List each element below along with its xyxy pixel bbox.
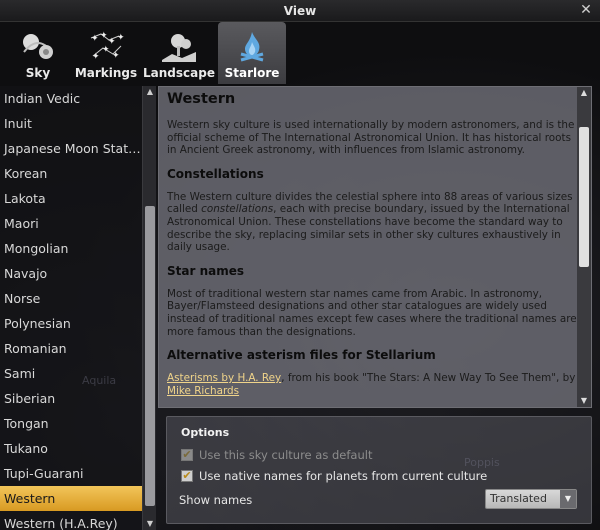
list-item[interactable]: Maori (0, 211, 142, 236)
use-default-checkbox[interactable]: ✔ (181, 449, 193, 461)
list-scroll-up-icon[interactable]: ▲ (143, 86, 157, 98)
starnames-heading: Star names (167, 263, 244, 278)
svg-text:✦: ✦ (100, 31, 108, 41)
list-item[interactable]: Tukano (0, 436, 142, 461)
asterism-heading: Alternative asterism files for Stellariu… (167, 348, 436, 363)
desc-scroll-thumb[interactable] (579, 127, 589, 267)
desc-scroll-up-icon[interactable]: ▲ (577, 87, 591, 99)
list-item[interactable]: Western (H.A.Rey) (0, 511, 142, 530)
list-item[interactable]: Western (0, 486, 142, 511)
constellations-text: The Western culture divides the celestia… (167, 190, 573, 254)
tab-sky-label: Sky (25, 66, 51, 80)
list-item[interactable]: Indian Vedic (0, 86, 142, 111)
sky-culture-list-items: Indian Vedic Inuit Japanese Moon Stati… Kor… (0, 86, 142, 530)
svg-text:✦: ✦ (92, 52, 100, 62)
list-item[interactable]: Japanese Moon Stati… (0, 136, 142, 161)
list-item[interactable]: Navajo (0, 261, 142, 286)
list-item[interactable]: Tupi-Guarani (0, 461, 142, 486)
sky-culture-list[interactable]: Indian Vedic Inuit Japanese Moon Stati… Kor… (0, 86, 156, 530)
list-scroll-thumb[interactable] (145, 206, 155, 506)
markings-icon: ✦ ✦ ✦ ✦ ✦ ✦ ✦ (90, 31, 125, 62)
show-names-label: Show names (179, 493, 253, 507)
sky-culture-description: Western Western sky culture is used inte… (158, 86, 592, 408)
list-item[interactable]: Sami (0, 361, 142, 386)
use-default-label: Use this sky culture as default (199, 448, 373, 462)
description-intro: Western sky culture is used internationa… (167, 119, 575, 157)
asterism-text: Asterisms by H.A. Rey, from his book "Th… (167, 372, 576, 397)
svg-text:✦: ✦ (117, 33, 125, 43)
tab-bar: Sky ✦ ✦ ✦ ✦ ✦ ✦ ✦ Markings Landscape Sta… (0, 22, 600, 86)
asterisms-rey-link[interactable]: Asterisms by H.A. Rey (167, 372, 281, 384)
list-item[interactable]: Polynesian (0, 311, 142, 336)
close-icon[interactable]: ✕ (578, 2, 594, 18)
list-item[interactable]: Korean (0, 161, 142, 186)
list-item[interactable]: Romanian (0, 336, 142, 361)
tab-sky[interactable]: Sky (4, 22, 72, 84)
list-item[interactable]: Inuit (0, 111, 142, 136)
list-item[interactable]: Lakota (0, 186, 142, 211)
starnames-text: Most of traditional western star names c… (167, 287, 577, 338)
native-names-label: Use native names for planets from curren… (199, 469, 488, 483)
list-item[interactable]: Mongolian (0, 236, 142, 261)
list-item[interactable]: Tongan (0, 411, 142, 436)
description-title: Western (167, 91, 236, 107)
list-item[interactable]: Siberian (0, 386, 142, 411)
window-title: View (283, 4, 317, 18)
svg-text:✦: ✦ (112, 51, 120, 61)
starlore-icon (240, 32, 264, 62)
tab-landscape-label: Landscape (143, 66, 215, 80)
tab-markings-label: Markings (74, 66, 138, 80)
sky-icon (23, 34, 53, 59)
constellations-heading: Constellations (167, 166, 264, 181)
list-item[interactable]: Norse (0, 286, 142, 311)
tab-markings[interactable]: ✦ ✦ ✦ ✦ ✦ ✦ ✦ Markings (72, 22, 140, 84)
native-names-option[interactable]: ✔ Use native names for planets from curr… (181, 469, 487, 483)
options-group: Options ✔ Use this sky culture as defaul… (166, 416, 592, 524)
tab-starlore[interactable]: Starlore (218, 22, 286, 84)
options-title: Options (181, 426, 230, 439)
landscape-icon (162, 34, 196, 62)
list-scroll-down-icon[interactable]: ▼ (143, 518, 157, 530)
svg-text:✦: ✦ (91, 34, 99, 44)
starlore-panel: Indian Vedic Inuit Japanese Moon Stati… Kor… (0, 86, 600, 530)
use-default-option[interactable]: ✔ Use this sky culture as default (181, 448, 372, 462)
desc-scroll-down-icon[interactable]: ▼ (577, 395, 591, 407)
tab-landscape[interactable]: Landscape (140, 22, 218, 84)
description-scrollbar[interactable]: ▲ ▼ (577, 87, 591, 407)
mike-richards-link[interactable]: Mike Richards (167, 385, 239, 397)
view-window: View ✕ Sky ✦ ✦ ✦ ✦ ✦ ✦ ✦ Markings Landsc… (0, 0, 600, 530)
title-bar: View ✕ (0, 0, 600, 22)
show-names-value: Translated (490, 492, 547, 505)
svg-text:✦: ✦ (102, 45, 110, 55)
tab-starlore-label: Starlore (224, 66, 280, 80)
show-names-select[interactable]: Translated ▼ (485, 489, 577, 509)
chevron-down-icon: ▼ (560, 490, 576, 508)
list-scrollbar[interactable]: ▲ ▼ (142, 86, 156, 530)
native-names-checkbox[interactable]: ✔ (181, 470, 193, 482)
